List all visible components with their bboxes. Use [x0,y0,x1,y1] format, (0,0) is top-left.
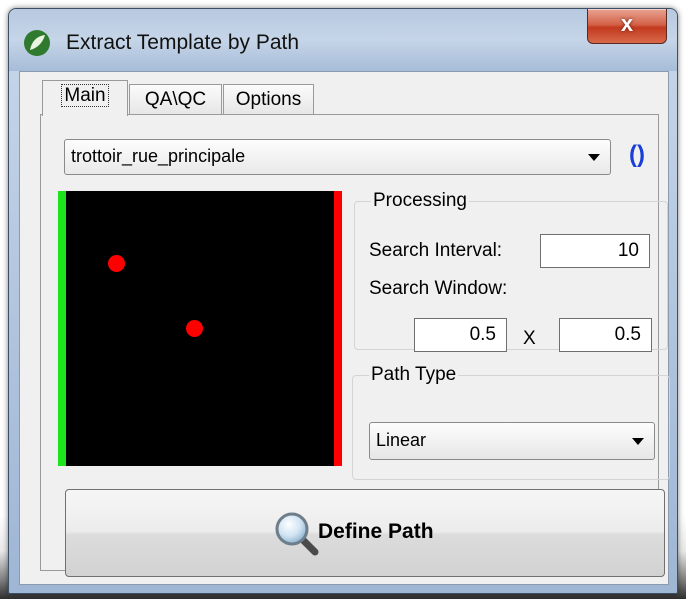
tab-qaqc-label: QA\QC [144,89,207,110]
refresh-icon[interactable]: () [629,141,645,169]
close-icon: x [620,11,634,36]
define-path-label: Define Path [318,520,434,543]
tab-options-label: Options [235,89,302,110]
search-window-label: Search Window: [369,278,508,299]
tab-main[interactable]: Main [42,80,128,116]
path-type-legend: Path Type [371,364,457,385]
times-label: X [523,328,536,349]
chevron-down-icon [632,438,644,445]
processing-legend: Processing [373,190,467,211]
search-interval-field[interactable]: 10 [540,234,650,268]
close-button[interactable]: x [587,9,667,44]
dialog-window: Extract Template by Path x Main QA\QC Op… [8,8,678,594]
path-type-group: Path Type Linear [352,364,670,480]
path-type-value: Linear [376,430,427,450]
window-title: Extract Template by Path [66,31,300,54]
start-marker-bar [58,191,66,466]
search-interval-label: Search Interval: [369,240,503,261]
tab-options[interactable]: Options [223,84,314,115]
title-bar[interactable]: Extract Template by Path x [9,9,677,71]
path-point [108,255,125,272]
path-preview-canvas[interactable] [58,191,342,466]
search-window-y-field[interactable]: 0.5 [559,318,652,352]
search-window-x-field[interactable]: 0.5 [414,318,507,352]
path-point [186,320,203,337]
chevron-down-icon [588,154,600,161]
end-marker-bar [334,191,342,466]
template-dropdown-value: trottoir_rue_principale [71,146,246,166]
app-leaf-icon [24,30,50,56]
template-dropdown[interactable]: trottoir_rue_principale [64,139,611,175]
processing-group: Processing Search Interval: 10 Search Wi… [354,190,668,352]
magnifier-icon [275,512,319,556]
tab-main-label: Main [61,84,109,107]
tab-qaqc[interactable]: QA\QC [129,84,222,115]
define-path-button[interactable]: Define Path [65,489,665,577]
main-tab-panel: trottoir_rue_principale () Processing Se… [40,114,670,577]
path-type-dropdown[interactable]: Linear [369,422,655,460]
dialog-client-area: Main QA\QC Options trottoir_rue_principa… [19,71,670,585]
